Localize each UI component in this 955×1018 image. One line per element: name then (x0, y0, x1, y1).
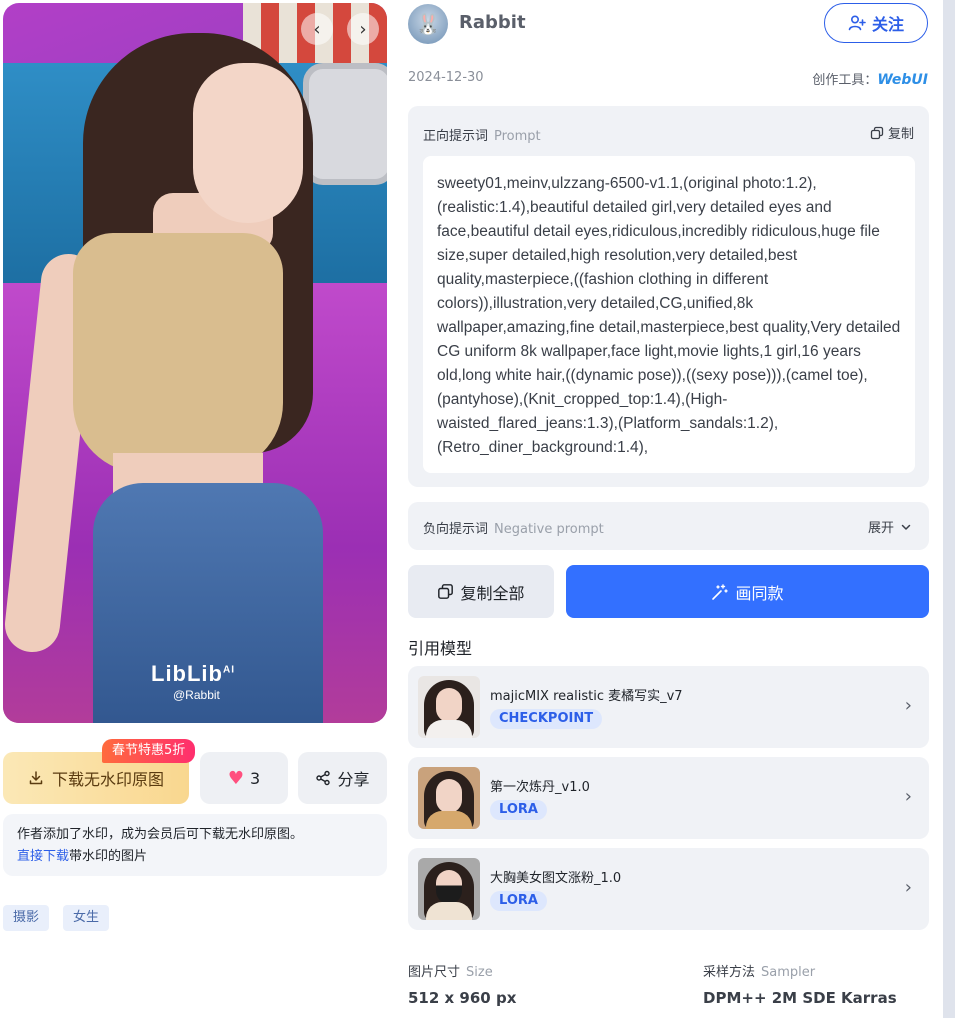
copy-icon (438, 584, 454, 599)
heart-icon: ♥ (227, 767, 244, 789)
negative-label-zh: 负向提示词 (423, 522, 489, 537)
prompt-label-en: Prompt (494, 129, 541, 144)
model-type-badge: CHECKPOINT (490, 709, 603, 729)
model-type-badge: LORA (490, 800, 547, 820)
model-thumbnail (418, 676, 480, 738)
generated-image[interactable]: ‹ › LibLibAI @Rabbit (3, 3, 387, 723)
referenced-models-title: 引用模型 (408, 639, 473, 658)
image-prev-button[interactable]: ‹ (301, 13, 333, 45)
model-card-3[interactable]: 大胸美女图文涨粉_1.0 LORA › (408, 848, 929, 930)
expand-label: 展开 (867, 521, 894, 536)
model-thumbnail (418, 858, 480, 920)
author-avatar[interactable]: 🐰 (408, 4, 448, 44)
expand-negative-button[interactable]: 展开 (868, 517, 912, 536)
chevron-right-icon: › (359, 18, 367, 40)
model-name: majicMIX realistic 麦橘写实_v7 (490, 689, 683, 704)
direct-download-link[interactable]: 直接下载 (17, 849, 69, 864)
like-count: 3 (249, 768, 261, 788)
download-label: 下载无水印原图 (51, 770, 164, 789)
notice-text: 作者添加了水印，成为会员后可下载无水印原图。 (17, 827, 304, 842)
watermark-user: @Rabbit (173, 688, 220, 702)
prompt-label: 正向提示词 Prompt (423, 125, 541, 144)
thumb-body (426, 720, 472, 738)
model-card-1[interactable]: majicMIX realistic 麦橘写实_v7 CHECKPOINT › (408, 666, 929, 748)
image-size-label-zh: 图片尺寸 (408, 965, 461, 980)
image-size-label-en: Size (466, 965, 493, 980)
watermark-notice: 作者添加了水印，成为会员后可下载无水印原图。 直接下载带水印的图片 (3, 814, 387, 876)
thumb-face (436, 779, 462, 813)
model-name: 大胸美女图文涨粉_1.0 (490, 871, 622, 886)
image-figure-face (193, 63, 303, 223)
notice-link-suffix: 带水印的图片 (69, 849, 148, 864)
copy-icon (870, 126, 884, 139)
image-size-label: 图片尺寸 Size (408, 961, 493, 980)
magic-wand-icon (712, 583, 729, 600)
share-button[interactable]: 分享 (298, 752, 387, 804)
chevron-left-icon: ‹ (313, 18, 321, 40)
prompt-text: sweety01,meinv,ulzzang-6500-v1.1,(origin… (423, 156, 915, 473)
like-button[interactable]: ♥ 3 (200, 752, 288, 804)
share-label: 分享 (337, 770, 370, 789)
model-name: 第一次炼丹_v1.0 (490, 780, 590, 795)
chevron-down-icon (901, 524, 911, 530)
draw-same-button[interactable]: 画同款 (566, 565, 929, 618)
negative-prompt-card: 负向提示词 Negative prompt 展开 (408, 502, 929, 550)
download-icon (29, 771, 43, 785)
notice-link-line: 直接下载带水印的图片 (17, 846, 373, 868)
image-next-button[interactable]: › (347, 13, 379, 45)
prompt-label-zh: 正向提示词 (423, 129, 489, 144)
copy-all-label: 复制全部 (460, 583, 525, 603)
creation-tool-label: 创作工具： (812, 73, 878, 88)
sampler-label-zh: 采样方法 (703, 965, 756, 980)
rabbit-avatar-icon: 🐰 (415, 12, 441, 36)
copy-prompt-label: 复制 (887, 127, 914, 142)
follow-label: 关注 (871, 15, 904, 34)
thumb-face (436, 870, 462, 904)
tag-girl[interactable]: 女生 (63, 905, 110, 931)
sampler-label: 采样方法 Sampler (703, 961, 815, 980)
draw-same-label: 画同款 (735, 583, 784, 603)
author-name[interactable]: Rabbit (459, 12, 526, 33)
image-watermark: LibLibAI @Rabbit (151, 661, 235, 702)
copy-all-button[interactable]: 复制全部 (408, 565, 554, 618)
page-scrollbar[interactable] (943, 0, 955, 1018)
add-user-icon (848, 15, 866, 31)
copy-prompt-button[interactable]: 复制 (870, 123, 914, 142)
watermark-brand: LibLibAI (151, 661, 235, 686)
model-card-2[interactable]: 第一次炼丹_v1.0 LORA › (408, 757, 929, 839)
negative-label-en: Negative prompt (494, 522, 604, 537)
post-date: 2024-12-30 (408, 70, 484, 85)
chevron-right-icon: › (904, 786, 912, 807)
share-icon (316, 770, 331, 786)
promo-badge: 春节特惠5折 (102, 739, 196, 763)
image-figure-top (73, 233, 283, 473)
thumb-body (426, 811, 472, 829)
creation-tool-name: WebUI (877, 72, 928, 88)
image-size-value: 512 x 960 px (408, 989, 517, 1007)
prompt-card: 正向提示词 Prompt 复制 sweety01,meinv,ulzzang-65… (408, 106, 929, 487)
tag-photography[interactable]: 摄影 (3, 905, 50, 931)
thumb-body (426, 902, 472, 920)
sampler-label-en: Sampler (761, 965, 816, 980)
sampler-value: DPM++ 2M SDE Karras (703, 989, 897, 1007)
thumb-face (436, 688, 462, 722)
image-bg-window (303, 63, 387, 185)
negative-prompt-label: 负向提示词 Negative prompt (423, 518, 604, 537)
chevron-right-icon: › (904, 695, 912, 716)
model-thumbnail (418, 767, 480, 829)
model-type-badge: LORA (490, 891, 547, 911)
follow-button[interactable]: 关注 (824, 3, 928, 43)
creation-tool: 创作工具：WebUI (812, 69, 928, 88)
chevron-right-icon: › (904, 877, 912, 898)
